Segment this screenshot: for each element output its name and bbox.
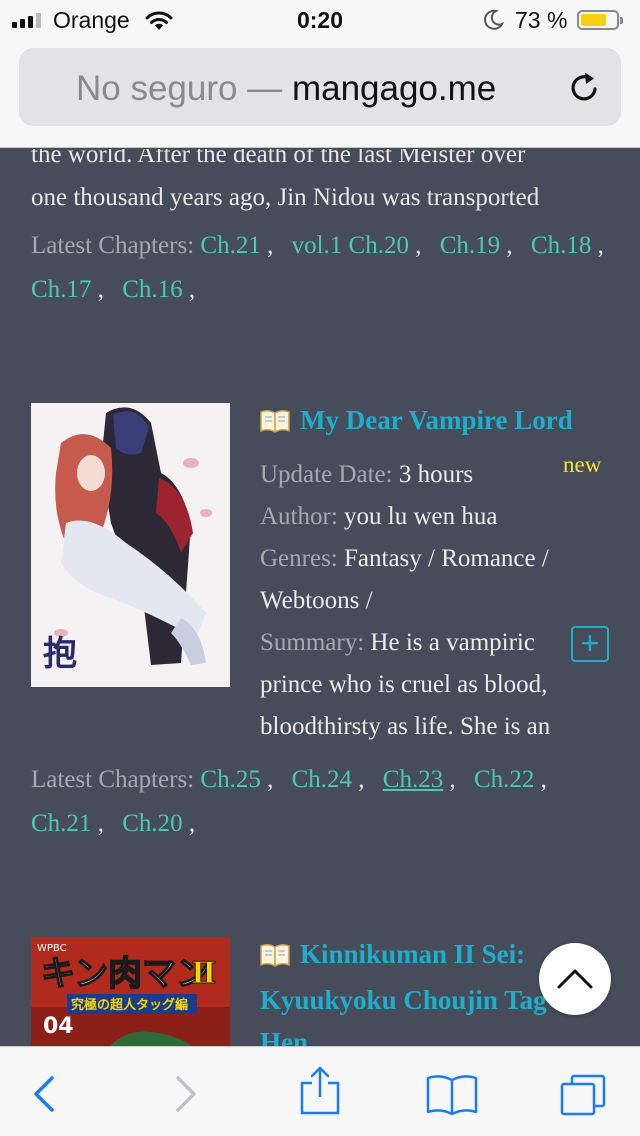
address-text[interactable]: No seguro — mangago.me [76,69,496,109]
chapter-link[interactable]: Ch.25 [200,766,260,793]
manga-title-cont[interactable]: Kyuukyoku Choujin Tag [260,979,547,1021]
manga-cover[interactable]: 抱 [31,403,230,687]
genres-value-cont: Webtoons / [260,587,373,614]
cover-subtitle: 究極の超人タッグ編 [71,997,188,1013]
share-icon[interactable] [298,1065,342,1117]
author-value: you lu wen hua [344,503,498,530]
reload-icon[interactable] [567,70,603,106]
insecure-label: No seguro — [76,69,283,108]
genres-row: Genres: Fantasy / Romance / [260,538,600,580]
prev-summary-line: the world. After the death of the last M… [31,149,526,168]
author-row: Author: you lu wen hua [260,496,600,538]
chapter-link[interactable]: Ch.18 [531,232,591,259]
chapter-link[interactable]: vol.1 Ch.20 [292,232,409,259]
latest-chapters-label: Latest Chapters: [31,766,195,793]
domain-label: mangago.me [291,69,497,108]
book-icon[interactable] [424,1072,480,1116]
book-icon [260,409,290,433]
manga-title[interactable]: My Dear Vampire Lord [300,405,573,436]
manga-title-cont[interactable]: Hen [260,1021,308,1046]
genres-value: Fantasy / Romance / [344,545,549,572]
chapter-link[interactable]: Ch.20 [122,810,182,837]
chapter-link[interactable]: Ch.21 [200,232,260,259]
chevron-up-icon [557,969,593,989]
cover-illustration: 抱 [31,403,230,687]
browser-top-bar: No seguro — mangago.me [0,40,640,148]
manga-title[interactable]: Kinnikuman II Sei: [300,939,525,970]
chapter-link[interactable]: Ch.24 [292,766,352,793]
chapter-link[interactable]: Ch.17 [31,276,91,303]
update-date-label: Update Date: [260,461,393,488]
manga-cover[interactable]: WPBC キン肉マン Ⅱ 究極の超人タッグ編 04 [31,937,230,1046]
manga-title-row[interactable]: My Dear Vampire Lord [260,405,573,436]
browser-toolbar [0,1046,640,1136]
battery-percent: 73 % [515,7,568,33]
author-label: Author: [260,503,338,530]
cover-title: キン肉マン [41,954,210,994]
latest-chapters-label: Latest Chapters: [31,232,195,259]
svg-text:Ⅱ: Ⅱ [191,956,216,991]
chapter-link[interactable]: Ch.21 [31,810,91,837]
tabs-icon[interactable] [558,1072,608,1116]
book-icon [260,943,290,967]
summary-text: prince who is cruel as blood, [260,671,548,698]
chapter-link[interactable]: Ch.19 [440,232,500,259]
summary-text: bloodthirsty as life. She is an [260,713,551,740]
update-date-row: Update Date: 3 hours [260,454,600,496]
cover-illustration: WPBC キン肉マン Ⅱ 究極の超人タッグ編 04 [31,937,230,1046]
manga-title-row[interactable]: Kinnikuman II Sei: [260,939,525,970]
genres-label: Genres: [260,545,338,572]
chapter-link[interactable]: Ch.22 [474,766,534,793]
prev-summary-line: one thousand years ago, Jin Nidou was tr… [31,184,540,211]
address-bar[interactable]: No seguro — mangago.me [19,48,621,126]
scroll-to-top-button[interactable] [539,943,611,1015]
prev-latest-chapters: Latest Chapters: Ch.21 , vol.1 Ch.20 , C… [31,232,604,303]
cover-text: 抱 [43,634,77,674]
cover-brand: WPBC [37,943,67,954]
moon-icon [484,9,504,30]
latest-chapters: Latest Chapters: Ch.25 , Ch.24 , Ch.23 ,… [31,766,547,837]
expand-summary-button[interactable]: + [571,626,609,662]
status-bar: Orange 0:20 73 % [0,0,640,40]
chapter-link[interactable]: Ch.16 [122,276,182,303]
chapter-link[interactable]: Ch.23 [383,766,443,793]
manga-info: Update Date: 3 hours Author: you lu wen … [260,454,600,748]
summary-label: Summary: [260,629,365,656]
update-date-value: 3 hours [398,461,474,488]
chevron-right-icon[interactable] [164,1072,204,1116]
chevron-left-icon[interactable] [26,1072,66,1116]
page-content: the world. After the death of the last M… [0,149,640,1046]
battery-level [581,14,606,26]
battery-icon [577,10,623,30]
summary-row: Summary: He is a vampiric [260,622,600,664]
summary-text: He is a vampiric [370,629,535,656]
cover-volume: 04 [43,1014,74,1039]
